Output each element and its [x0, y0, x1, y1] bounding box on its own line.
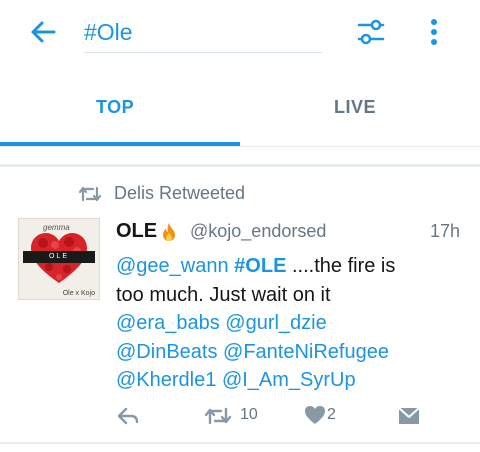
tweet-line: @Kherdle1 @I_Am_SyrUp	[116, 366, 466, 395]
avatar-banner: OLE	[23, 251, 95, 263]
tweet-line: @DinBeats @FanteNiRefugee	[116, 338, 466, 367]
tweet-line: @era_babs @gurl_dzie	[116, 309, 466, 338]
avatar-banner-text: OLE	[48, 253, 69, 260]
mention-link[interactable]: @gurl_dzie	[225, 312, 326, 334]
tweet-text-segment: ....the fire is	[286, 255, 396, 277]
mention-link[interactable]: @FanteNiRefugee	[223, 341, 389, 363]
avatar-footer: Ole x Kojo	[62, 290, 95, 297]
tab-live[interactable]: LIVE	[334, 97, 376, 118]
retweet-icon	[78, 186, 102, 202]
retweet-icon[interactable]	[204, 406, 232, 426]
retweeted-by-label[interactable]: Delis Retweeted	[114, 183, 245, 204]
author-handle[interactable]: @kojo_endorsed	[190, 221, 326, 242]
divider	[0, 164, 480, 167]
search-query[interactable]: #Ole	[84, 19, 133, 46]
fire-emoji-icon	[163, 223, 175, 241]
mention-link[interactable]: @DinBeats	[116, 341, 217, 363]
tweet-timestamp[interactable]: 17h	[430, 221, 460, 242]
mention-link[interactable]: @I_Am_SyrUp	[222, 369, 356, 391]
tweet-line: @gee_wann #OLE ....the fire is	[116, 252, 466, 281]
mention-link[interactable]: @era_babs	[116, 312, 220, 334]
search-tabs: TOP LIVE	[0, 64, 480, 147]
mention-link[interactable]: @gee_wann	[116, 255, 229, 277]
reply-icon[interactable]	[116, 406, 140, 426]
more-options-icon[interactable]	[428, 16, 440, 48]
tab-top[interactable]: TOP	[96, 97, 134, 118]
top-bar: #Ole	[0, 0, 480, 64]
direct-message-icon[interactable]	[398, 406, 420, 426]
mention-link[interactable]: @Kherdle1	[116, 369, 216, 391]
tweet-actions: 10 2	[116, 404, 466, 430]
filter-icon[interactable]	[356, 16, 386, 48]
author-name[interactable]: OLE	[116, 220, 157, 243]
search-field[interactable]: #Ole	[84, 12, 322, 53]
divider	[0, 442, 480, 444]
tweet-text: @gee_wann #OLE ....the fire is too much.…	[116, 252, 466, 395]
hashtag-link[interactable]: #OLE	[234, 255, 286, 277]
back-arrow-icon[interactable]	[28, 17, 58, 47]
tweet-header: OLE @kojo_endorsed 17h	[116, 220, 466, 246]
heart-icon[interactable]	[304, 405, 326, 425]
retweet-count: 10	[240, 406, 258, 423]
like-count: 2	[327, 406, 336, 423]
tweet-line: too much. Just wait on it	[116, 283, 331, 306]
active-tab-indicator	[0, 142, 240, 146]
avatar[interactable]: gemma OLE Ole x Kojo	[18, 218, 100, 300]
